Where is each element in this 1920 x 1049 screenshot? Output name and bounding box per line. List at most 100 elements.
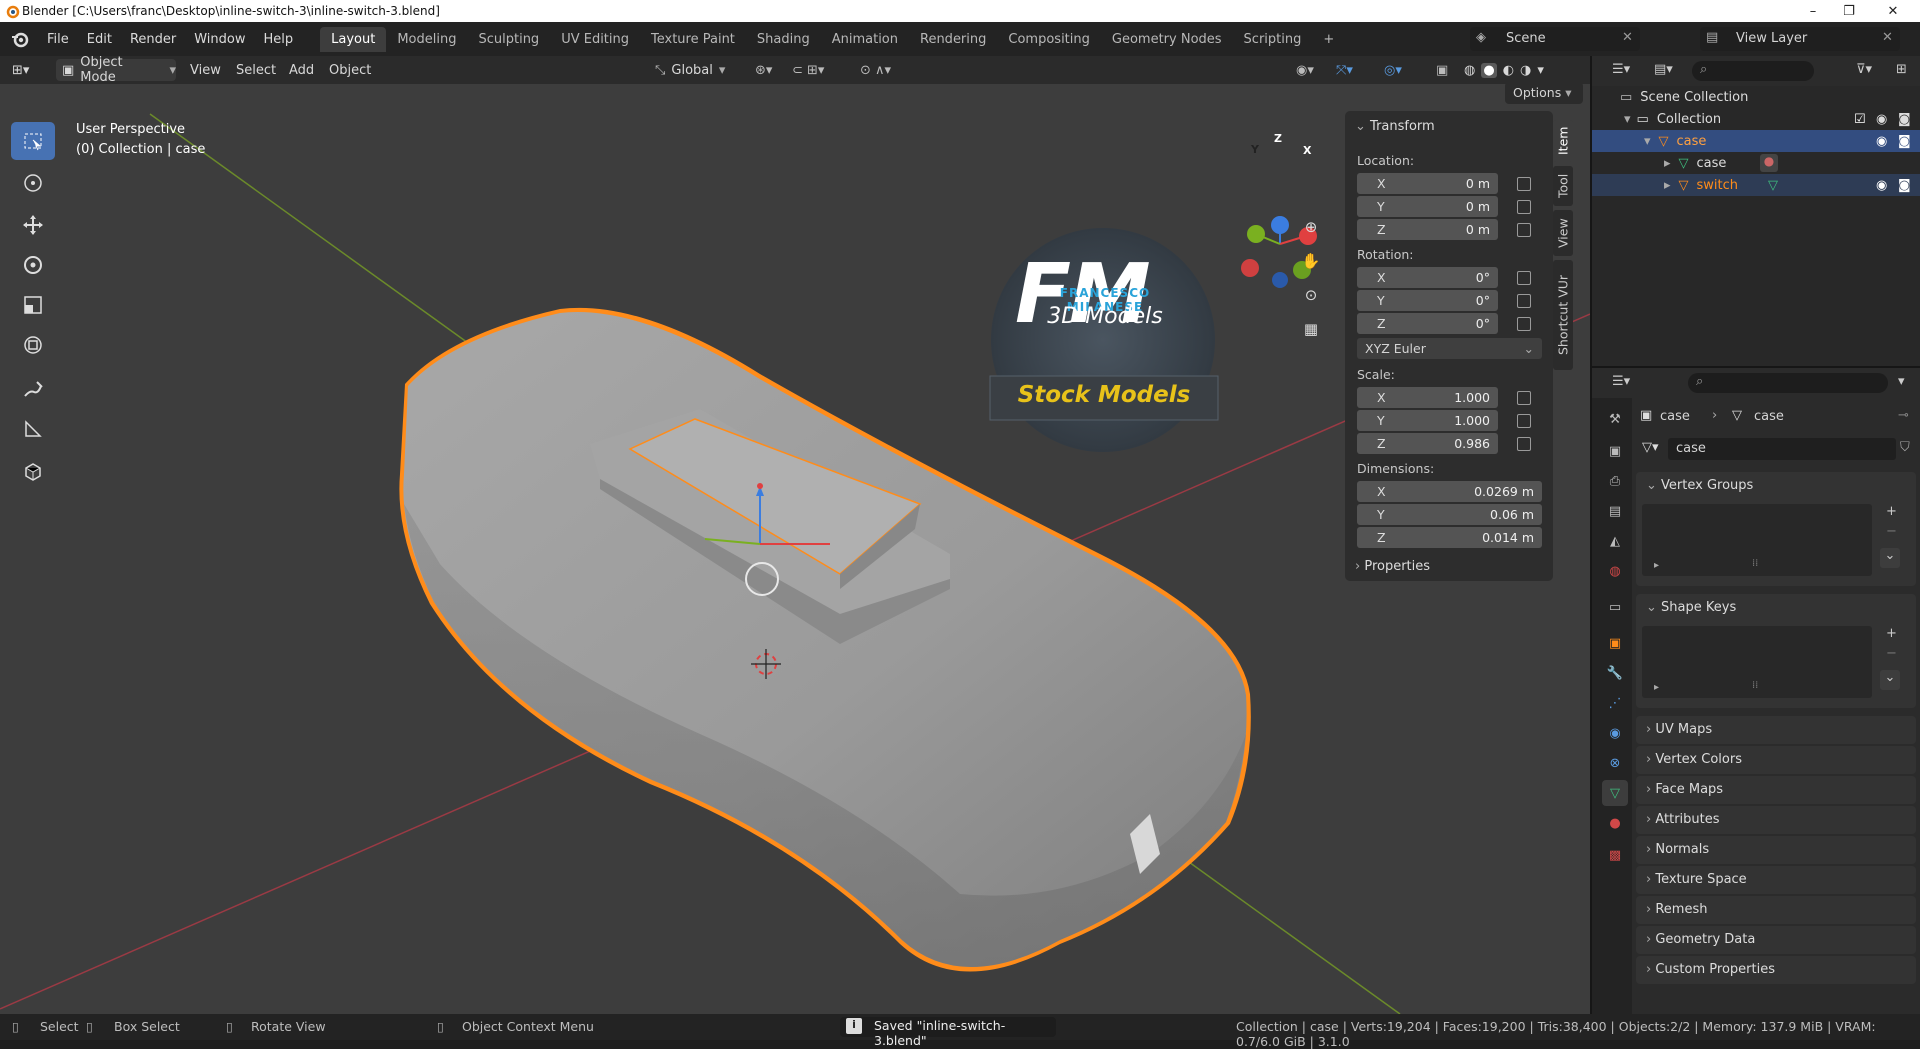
properties-editor-icon[interactable]: ☰▾ — [1612, 374, 1630, 389]
tab-uv-editing[interactable]: UV Editing — [550, 27, 640, 52]
view-layer-tab-icon[interactable]: ▤ — [1602, 498, 1628, 524]
view-layer-close-icon[interactable]: ✕ — [1882, 30, 1893, 45]
tab-tool[interactable]: Tool — [1553, 166, 1573, 206]
mesh-name-field[interactable]: case — [1668, 438, 1896, 460]
overlay-toggle-icon[interactable]: ◎▾ — [1384, 59, 1402, 81]
lock-icon[interactable] — [1517, 177, 1531, 191]
lock-icon[interactable] — [1517, 271, 1531, 285]
particles-tab-icon[interactable]: ⋰ — [1602, 690, 1628, 716]
expand-arrow-icon[interactable]: ▾ — [1644, 134, 1651, 149]
fake-user-shield-icon[interactable]: ⛉ — [1900, 440, 1910, 455]
options-dropdown[interactable]: Options ▾ — [1505, 84, 1583, 104]
outliner-item-case-mesh[interactable]: ▸ ▽ case ● — [1592, 152, 1920, 174]
move-tool[interactable] — [11, 206, 55, 244]
scene-close-icon[interactable]: ✕ — [1622, 30, 1633, 45]
outliner-collection[interactable]: ▾ ▭ Collection ☑ ◉ ◙ — [1592, 108, 1920, 130]
new-collection-icon[interactable]: ⊞ — [1896, 62, 1907, 77]
collection-tab-icon[interactable]: ▭ — [1602, 594, 1628, 620]
lock-icon[interactable] — [1517, 200, 1531, 214]
scene-tab-icon[interactable]: ◭ — [1602, 528, 1628, 554]
camera-view-icon[interactable]: ⊙ — [1298, 286, 1324, 312]
menu-view[interactable]: View — [190, 59, 221, 81]
outliner-item-switch[interactable]: ▸ ▽ switch ▽ ◉ ◙ — [1592, 174, 1920, 196]
location-y-field[interactable]: Y 0 m — [1357, 196, 1498, 217]
vertex-colors-panel[interactable]: › Vertex Colors — [1636, 746, 1916, 774]
material-tab-icon[interactable]: ● — [1602, 810, 1628, 836]
physics-tab-icon[interactable]: ◉ — [1602, 720, 1628, 746]
menu-window[interactable]: Window — [185, 32, 254, 47]
material-shading-icon[interactable]: ◐ — [1503, 63, 1514, 78]
properties-search-input[interactable]: ⌕ — [1688, 373, 1888, 393]
menu-add[interactable]: Add — [289, 59, 314, 81]
add-shape-key-button[interactable]: + — [1886, 626, 1897, 641]
render-tab-icon[interactable]: ▣ — [1602, 438, 1628, 464]
transform-tool[interactable] — [11, 326, 55, 364]
menu-edit[interactable]: Edit — [78, 32, 121, 47]
menu-render[interactable]: Render — [121, 32, 185, 47]
eye-icon[interactable]: ◉ — [1876, 112, 1887, 127]
location-z-field[interactable]: Z 0 m — [1357, 219, 1498, 240]
scene-selector[interactable]: ◈ Scene ✕ — [1470, 27, 1640, 51]
tab-rendering[interactable]: Rendering — [909, 27, 997, 52]
uv-maps-panel[interactable]: › UV Maps — [1636, 716, 1916, 744]
transform-panel-header[interactable]: ⌄ Transform — [1355, 119, 1435, 134]
visibility-icon[interactable]: ◉▾ — [1296, 59, 1314, 81]
annotate-tool[interactable] — [11, 370, 55, 408]
pan-hand-icon[interactable]: ✋ — [1298, 252, 1324, 278]
resize-grip-icon[interactable]: ⁞⁞ — [1752, 680, 1758, 691]
cursor-tool[interactable] — [11, 164, 55, 202]
filter-icon[interactable]: ⊽▾ — [1856, 62, 1872, 77]
scale-y-field[interactable]: Y 1.000 — [1357, 410, 1498, 431]
xray-icon[interactable]: ▣ — [1436, 59, 1448, 81]
perspective-toggle-icon[interactable]: ▦ — [1298, 320, 1324, 346]
menu-select[interactable]: Select — [236, 59, 276, 81]
menu-help[interactable]: Help — [255, 32, 303, 47]
lock-icon[interactable] — [1517, 294, 1531, 308]
object-tab-icon[interactable]: ▣ — [1602, 630, 1628, 656]
list-expand-icon[interactable]: ▸ — [1654, 682, 1659, 693]
tab-layout[interactable]: Layout — [320, 26, 387, 52]
solid-shading-icon[interactable]: ● — [1481, 62, 1497, 78]
scale-z-field[interactable]: Z 0.986 — [1357, 433, 1498, 454]
gizmo-toggle-icon[interactable]: ⤧▾ — [1336, 59, 1353, 81]
shape-keys-menu-icon[interactable]: ⌄ — [1880, 670, 1900, 690]
dimensions-y-field[interactable]: Y 0.06 m — [1357, 504, 1542, 525]
list-expand-icon[interactable]: ▸ — [1654, 560, 1659, 571]
tab-animation[interactable]: Animation — [821, 27, 909, 52]
orientation-dropdown[interactable]: ⤡ Global ▾ — [655, 59, 725, 81]
output-tab-icon[interactable]: ⎙ — [1602, 468, 1628, 494]
dimensions-x-field[interactable]: X 0.0269 m — [1357, 481, 1542, 502]
shape-keys-header[interactable]: ⌄ Shape Keys — [1646, 600, 1736, 615]
wireframe-shading-icon[interactable]: ◍ — [1464, 63, 1475, 78]
snap-icon[interactable]: ⊂ ⊞▾ — [792, 59, 824, 81]
add-cube-tool[interactable] — [11, 452, 55, 490]
outliner-item-case[interactable]: ▾ ▽ case ◉ ◙ — [1592, 130, 1920, 152]
rotate-tool[interactable] — [11, 246, 55, 284]
lock-icon[interactable] — [1517, 317, 1531, 331]
rotation-x-field[interactable]: X 0° — [1357, 267, 1498, 288]
tool-tab-icon[interactable]: ⚒ — [1602, 406, 1628, 432]
camera-icon[interactable]: ◙ — [1898, 178, 1911, 193]
display-mode-icon[interactable]: ▤▾ — [1654, 62, 1673, 77]
expand-arrow-icon[interactable]: ▸ — [1664, 178, 1671, 193]
remove-shape-key-button[interactable]: − — [1886, 646, 1897, 661]
dimensions-z-field[interactable]: Z 0.014 m — [1357, 527, 1542, 548]
rotation-y-field[interactable]: Y 0° — [1357, 290, 1498, 311]
vertex-groups-header[interactable]: ⌄ Vertex Groups — [1646, 478, 1753, 493]
outliner-editor-icon[interactable]: ☰▾ — [1612, 62, 1630, 77]
tab-texture-paint[interactable]: Texture Paint — [640, 27, 746, 52]
properties-subpanel-header[interactable]: › Properties — [1355, 559, 1430, 574]
world-tab-icon[interactable]: ◍ — [1602, 558, 1628, 584]
remove-vertex-group-button[interactable]: − — [1886, 524, 1897, 539]
attributes-panel[interactable]: › Attributes — [1636, 806, 1916, 834]
material-icon[interactable]: ● — [1760, 154, 1778, 172]
menu-file[interactable]: File — [38, 32, 78, 47]
editor-type-icon[interactable]: ⊞▾ — [12, 59, 29, 81]
chevron-down-icon[interactable]: ▾ — [1898, 374, 1905, 389]
normals-panel[interactable]: › Normals — [1636, 836, 1916, 864]
tab-sculpting[interactable]: Sculpting — [467, 27, 550, 52]
lock-icon[interactable] — [1517, 414, 1531, 428]
outliner-search-input[interactable]: ⌕ — [1692, 61, 1814, 81]
rendered-shading-icon[interactable]: ◑ — [1520, 63, 1531, 78]
remesh-panel[interactable]: › Remesh — [1636, 896, 1916, 924]
